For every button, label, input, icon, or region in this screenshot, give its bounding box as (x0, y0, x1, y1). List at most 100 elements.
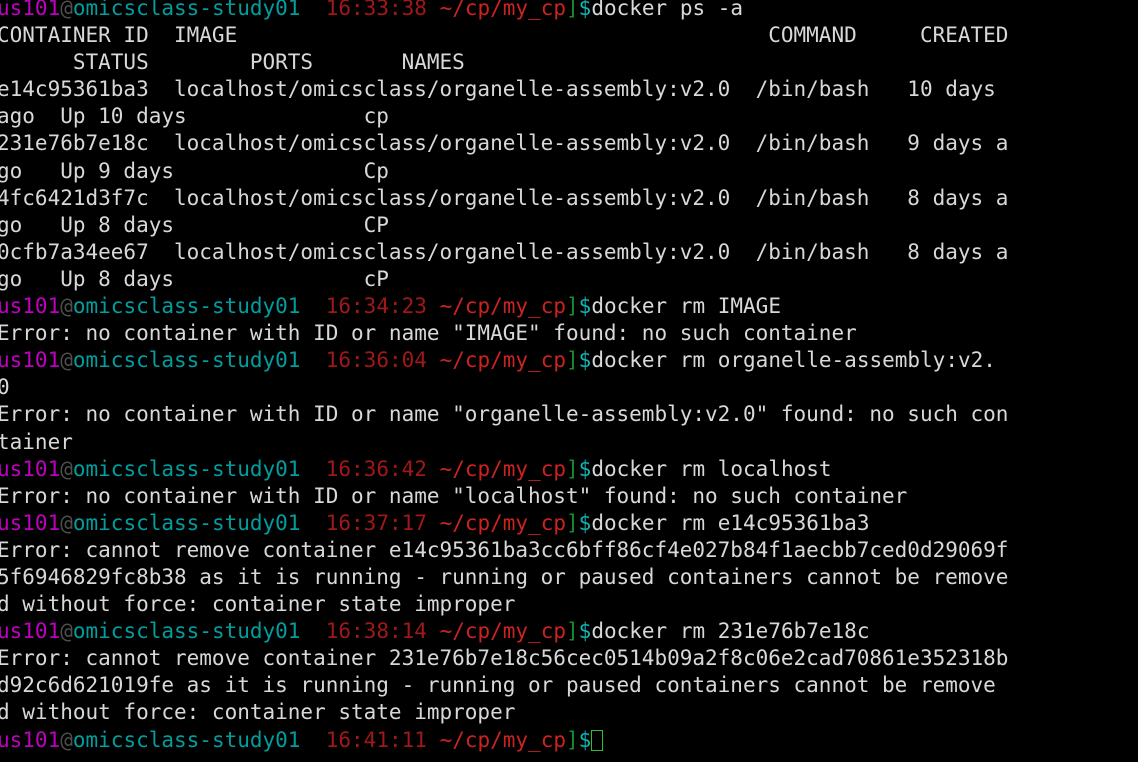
prompt-username: us101 (0, 510, 61, 535)
terminal-output-text: 231e76b7e18c localhost/omicsclass/organe… (0, 131, 1009, 156)
terminal-command[interactable]: docker rm e14c95361ba3 (591, 511, 869, 535)
prompt-gap2 (427, 0, 440, 20)
prompt-hostname: omicsclass-study01 (72, 619, 301, 644)
terminal-output-line: Error: cannot remove container 231e76b7e… (0, 645, 1138, 672)
prompt-path: ~/cp/my_cp (439, 0, 566, 20)
terminal-command[interactable]: docker rm localhost (591, 457, 831, 481)
terminal-output-text: go Up 8 days CP (0, 212, 389, 237)
terminal-output-line: d without force: container state imprope… (0, 591, 1138, 618)
prompt-dollar: $ (578, 348, 592, 373)
terminal-output-text: 0cfb7a34ee67 localhost/omicsclass/organe… (0, 239, 1009, 264)
prompt-gap2 (427, 619, 440, 643)
terminal-output-line: 0cfb7a34ee67 localhost/omicsclass/organe… (0, 239, 1138, 266)
terminal-output-text: 5f6946829fc8b38 as it is running - runni… (0, 564, 1009, 589)
terminal-command[interactable]: docker rm 231e76b7e18c (591, 619, 869, 643)
terminal-output-text: d without force: container state imprope… (0, 700, 516, 725)
prompt-username: us101 (0, 727, 61, 752)
terminal-prompt-line: us101@omicsclass-study01 16:34:23 ~/cp/m… (0, 293, 1138, 320)
prompt-gap2 (427, 511, 440, 535)
terminal-command[interactable]: docker ps -a (591, 0, 743, 20)
terminal-output-line: go Up 9 days Cp (0, 158, 1138, 185)
prompt-path: ~/cp/my_cp (439, 727, 566, 752)
terminal-output-line: d without force: container state imprope… (0, 699, 1138, 726)
terminal-prompt-line: us101@omicsclass-study01 16:41:11 ~/cp/m… (0, 727, 1138, 754)
prompt-username: us101 (0, 348, 61, 373)
prompt-at-symbol: @ (60, 0, 73, 20)
prompt-hostname: omicsclass-study01 (72, 727, 301, 752)
terminal-output-line: Error: no container with ID or name "loc… (0, 483, 1138, 510)
terminal-output-line: 5f6946829fc8b38 as it is running - runni… (0, 564, 1138, 591)
prompt-dollar: $ (578, 619, 592, 644)
terminal-output-text: Error: no container with ID or name "org… (0, 402, 1009, 427)
prompt-username: us101 (0, 619, 61, 644)
prompt-at-symbol: @ (60, 619, 73, 644)
prompt-bracket: ] (566, 619, 579, 644)
terminal-output-text: d without force: container state imprope… (0, 592, 516, 617)
prompt-path: ~/cp/my_cp (439, 456, 566, 481)
prompt-dollar: $ (578, 510, 592, 535)
prompt-hostname: omicsclass-study01 (72, 510, 301, 535)
terminal-output-line: ago Up 10 days cp (0, 103, 1138, 130)
prompt-path: ~/cp/my_cp (439, 348, 566, 373)
terminal-output-text: 0 (0, 375, 10, 399)
prompt-path: ~/cp/my_cp (439, 294, 566, 319)
prompt-time: 16:36:04 (325, 348, 427, 373)
terminal-output-line: 4fc6421d3f7c localhost/omicsclass/organe… (0, 185, 1138, 212)
prompt-bracket: ] (566, 294, 579, 319)
prompt-time: 16:33:38 (325, 0, 427, 20)
terminal-output-text: CONTAINER ID IMAGE COMMAND CREATED (0, 23, 1009, 48)
terminal-output-text: Error: no container with ID or name "IMA… (0, 321, 857, 346)
terminal-output-line: 0 (0, 374, 1138, 401)
prompt-dollar: $ (578, 727, 592, 752)
terminal-output-line: 231e76b7e18c localhost/omicsclass/organe… (0, 130, 1138, 157)
prompt-bracket: ] (566, 510, 579, 535)
prompt-time: 16:36:42 (325, 456, 427, 481)
prompt-time: 16:34:23 (325, 294, 427, 319)
terminal-output-line: d92c6d621019fe as it is running - runnin… (0, 672, 1138, 699)
prompt-username: us101 (0, 456, 61, 481)
terminal-prompt-line: us101@omicsclass-study01 16:38:14 ~/cp/m… (0, 618, 1138, 645)
prompt-hostname: omicsclass-study01 (72, 348, 301, 373)
prompt-bracket: ] (566, 0, 579, 20)
terminal-output-line: Error: no container with ID or name "IMA… (0, 320, 1138, 347)
prompt-gap (300, 457, 325, 481)
terminal-prompt-line: us101@omicsclass-study01 16:36:04 ~/cp/m… (0, 347, 1138, 374)
terminal-command[interactable]: docker rm organelle-assembly:v2. (591, 348, 996, 372)
terminal-output-text: Error: cannot remove container e14c95361… (0, 537, 1009, 562)
prompt-gap (300, 619, 325, 643)
terminal-output-line: Error: cannot remove container e14c95361… (0, 537, 1138, 564)
prompt-time: 16:37:17 (325, 510, 427, 535)
prompt-time: 16:41:11 (325, 727, 427, 752)
prompt-gap (300, 348, 325, 372)
prompt-gap2 (427, 348, 440, 372)
prompt-time: 16:38:14 (325, 619, 427, 644)
terminal-prompt-line: us101@omicsclass-study01 16:37:17 ~/cp/m… (0, 510, 1138, 537)
prompt-path: ~/cp/my_cp (439, 619, 566, 644)
terminal-output-text: e14c95361ba3 localhost/omicsclass/organe… (0, 77, 996, 102)
prompt-gap (300, 294, 325, 318)
terminal-output-line: tainer (0, 429, 1138, 456)
terminal-output-text: Error: cannot remove container 231e76b7e… (0, 646, 1009, 671)
prompt-bracket: ] (566, 727, 579, 752)
prompt-gap2 (427, 294, 440, 318)
terminal-command[interactable]: docker rm IMAGE (591, 294, 781, 318)
prompt-gap (300, 511, 325, 535)
terminal-output-text: ago Up 10 days cp (0, 104, 389, 129)
prompt-gap2 (427, 728, 440, 752)
terminal-output-text: go Up 8 days cP (0, 266, 389, 291)
terminal-output-line: CONTAINER ID IMAGE COMMAND CREATED (0, 22, 1138, 49)
terminal-output-text: 4fc6421d3f7c localhost/omicsclass/organe… (0, 185, 1009, 210)
terminal-output-text: d92c6d621019fe as it is running - runnin… (0, 673, 996, 698)
terminal-cursor[interactable] (591, 729, 603, 751)
prompt-dollar: $ (578, 456, 592, 481)
prompt-at-symbol: @ (60, 510, 73, 535)
prompt-username: us101 (0, 294, 61, 319)
prompt-bracket: ] (566, 456, 579, 481)
terminal-output-text: go Up 9 days Cp (0, 158, 389, 183)
prompt-username: us101 (0, 0, 61, 20)
prompt-at-symbol: @ (60, 348, 73, 373)
terminal-prompt-line: us101@omicsclass-study01 16:33:38 ~/cp/m… (0, 0, 1138, 22)
prompt-hostname: omicsclass-study01 (72, 456, 301, 481)
prompt-at-symbol: @ (60, 294, 73, 319)
terminal-window[interactable]: us101@omicsclass-study01 16:33:38 ~/cp/m… (0, 0, 1138, 762)
